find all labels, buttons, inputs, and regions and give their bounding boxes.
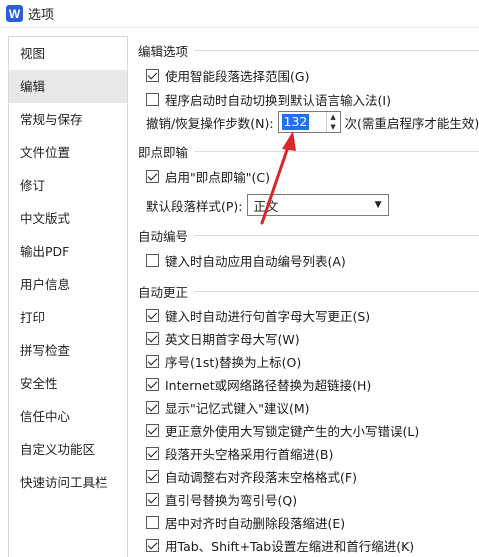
sidebar-item-revision[interactable]: 修订 — [9, 169, 127, 202]
section-autocorrect: 自动更正 — [138, 282, 479, 301]
sidebar-item-chinese-layout[interactable]: 中文版式 — [9, 202, 127, 235]
undo-steps-note: 次(需重启程序才能生效) — [344, 115, 479, 131]
autocorrect-option[interactable]: 英文日期首字母大写(W) — [146, 329, 300, 348]
auto-number-option[interactable]: 键入时自动应用自动编号列表(A) — [146, 251, 346, 270]
option-label: 自动调整右对齐段落末空格格式(F) — [165, 470, 357, 485]
option-label: 更正意外使用大写锁定键产生的大小写错误(L) — [165, 424, 420, 439]
autocorrect-checkbox[interactable] — [146, 516, 159, 529]
sidebar-item-user-info[interactable]: 用户信息 — [9, 268, 127, 301]
option-label: 启用"即点即输"(C) — [165, 170, 270, 185]
smart-selection-checkbox[interactable] — [146, 69, 159, 82]
sidebar-item-security[interactable]: 安全性 — [9, 367, 127, 400]
option-label: 英文日期首字母大写(W) — [165, 332, 300, 347]
dropdown-caret-icon: ▼ — [374, 200, 382, 210]
paragraph-style-label: 默认段落样式(P): — [146, 198, 243, 214]
section-divider — [194, 235, 479, 236]
sidebar-item-view[interactable]: 视图 — [9, 37, 127, 70]
click-type-checkbox[interactable] — [146, 170, 159, 183]
autocorrect-checkbox[interactable] — [146, 493, 159, 506]
title-bar: W 选项 — [0, 0, 479, 28]
spin-buttons: ▲ ▼ — [325, 112, 340, 132]
sidebar-item-trust-center[interactable]: 信任中心 — [9, 400, 127, 433]
sidebar-item-spell-check[interactable]: 拼写检查 — [9, 334, 127, 367]
autocorrect-checkbox[interactable] — [146, 309, 159, 322]
sidebar-item-custom-ribbon[interactable]: 自定义功能区 — [9, 433, 127, 466]
sidebar-item-edit[interactable]: 编辑 — [9, 70, 127, 103]
wps-logo-icon: W — [6, 5, 23, 22]
autocorrect-checkbox[interactable] — [146, 447, 159, 460]
paragraph-style-value: 正文 — [253, 198, 279, 214]
option-label: 居中对齐时自动删除段落缩进(E) — [165, 516, 346, 531]
options-sidebar: 视图 编辑 常规与保存 文件位置 修订 中文版式 输出PDF 用户信息 打印 拼… — [8, 36, 128, 557]
autocorrect-option[interactable]: 自动调整右对齐段落末空格格式(F) — [146, 467, 357, 486]
autocorrect-checkbox[interactable] — [146, 424, 159, 437]
sidebar-item-print[interactable]: 打印 — [9, 301, 127, 334]
autocorrect-option[interactable]: 居中对齐时自动删除段落缩进(E) — [146, 513, 345, 532]
section-title: 自动编号 — [138, 229, 189, 244]
autocorrect-option[interactable]: 用Tab、Shift+Tab设置左缩进和首行缩进(K) — [146, 536, 414, 555]
paragraph-style-row: 默认段落样式(P): 正文 ▼ — [146, 194, 389, 216]
sidebar-item-file-location[interactable]: 文件位置 — [9, 136, 127, 169]
autocorrect-option[interactable]: 段落开头空格采用行首缩进(B) — [146, 444, 333, 463]
autocorrect-checkbox[interactable] — [146, 355, 159, 368]
section-divider — [194, 291, 479, 292]
option-label: 显示"记忆式键入"建议(M) — [165, 401, 310, 416]
options-content: 编辑选项 使用智能段落选择范围(G) 程序启动时自动切换到默认语言输入法(I) … — [138, 36, 479, 557]
smart-selection-option[interactable]: 使用智能段落选择范围(G) — [146, 66, 309, 85]
option-label: 段落开头空格采用行首缩进(B) — [165, 447, 334, 462]
autocorrect-checkbox[interactable] — [146, 401, 159, 414]
undo-steps-spinbox[interactable]: 132 ▲ ▼ — [277, 111, 341, 133]
undo-steps-label: 撤销/恢复操作步数(N): — [146, 115, 274, 131]
option-label: 使用智能段落选择范围(G) — [165, 69, 310, 84]
autocorrect-checkbox[interactable] — [146, 378, 159, 391]
sidebar-item-export-pdf[interactable]: 输出PDF — [9, 235, 127, 268]
section-divider — [194, 50, 479, 51]
option-label: 键入时自动进行句首字母大写更正(S) — [165, 309, 371, 324]
section-auto-number: 自动编号 — [138, 226, 479, 245]
section-title: 自动更正 — [138, 285, 189, 300]
section-edit-options: 编辑选项 — [138, 41, 479, 60]
autocorrect-option[interactable]: 更正意外使用大写锁定键产生的大小写错误(L) — [146, 421, 419, 440]
autocorrect-checkbox[interactable] — [146, 539, 159, 552]
section-title: 编辑选项 — [138, 44, 189, 59]
click-type-option[interactable]: 启用"即点即输"(C) — [146, 167, 270, 186]
section-title: 即点即输 — [138, 145, 189, 160]
spin-down-icon[interactable]: ▼ — [327, 122, 340, 132]
autocorrect-option[interactable]: 直引号替换为弯引号(Q) — [146, 490, 297, 509]
option-label: 键入时自动应用自动编号列表(A) — [165, 254, 346, 269]
auto-ime-option[interactable]: 程序启动时自动切换到默认语言输入法(I) — [146, 90, 391, 109]
undo-steps-row: 撤销/恢复操作步数(N): 132 ▲ ▼ 次(需重启程序才能生效) — [146, 111, 479, 133]
sidebar-item-general-save[interactable]: 常规与保存 — [9, 103, 127, 136]
auto-ime-checkbox[interactable] — [146, 93, 159, 106]
window-title: 选项 — [28, 8, 55, 23]
option-label: 直引号替换为弯引号(Q) — [165, 493, 298, 508]
paragraph-style-select[interactable]: 正文 ▼ — [246, 194, 389, 216]
spin-up-icon[interactable]: ▲ — [327, 112, 340, 122]
autocorrect-checkbox[interactable] — [146, 470, 159, 483]
autocorrect-option[interactable]: 序号(1st)替换为上标(O) — [146, 352, 301, 371]
option-label: Internet或网络路径替换为超链接(H) — [165, 378, 372, 393]
option-label: 序号(1st)替换为上标(O) — [165, 355, 302, 370]
auto-number-checkbox[interactable] — [146, 254, 159, 267]
sidebar-item-quick-access-toolbar[interactable]: 快速访问工具栏 — [9, 466, 127, 499]
autocorrect-option[interactable]: 显示"记忆式键入"建议(M) — [146, 398, 310, 417]
option-label: 程序启动时自动切换到默认语言输入法(I) — [165, 93, 391, 108]
autocorrect-checkbox[interactable] — [146, 332, 159, 345]
section-click-type: 即点即输 — [138, 142, 479, 161]
autocorrect-option[interactable]: 键入时自动进行句首字母大写更正(S) — [146, 306, 370, 325]
option-label: 用Tab、Shift+Tab设置左缩进和首行缩进(K) — [165, 539, 415, 554]
undo-steps-value[interactable]: 132 — [281, 114, 310, 130]
section-divider — [194, 151, 479, 152]
autocorrect-option[interactable]: Internet或网络路径替换为超链接(H) — [146, 375, 371, 394]
